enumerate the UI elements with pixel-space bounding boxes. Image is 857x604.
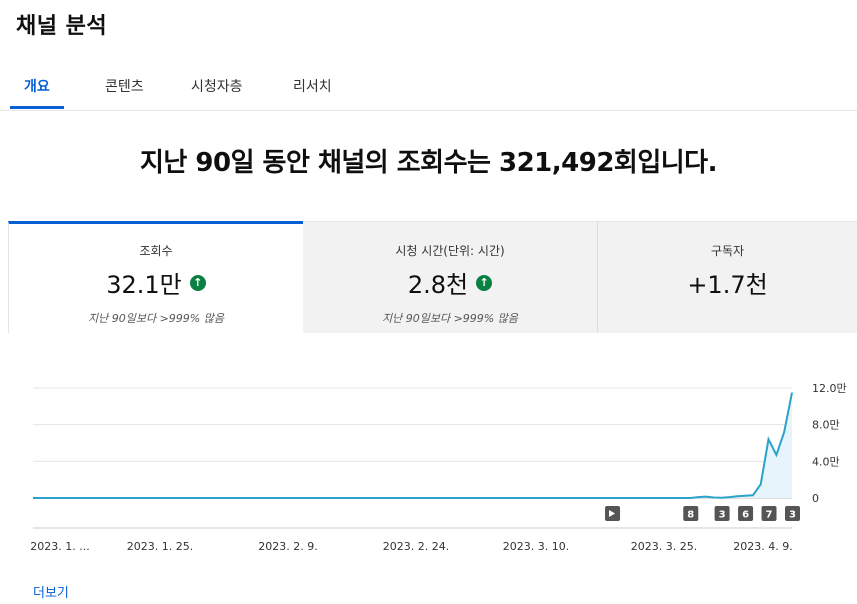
marker-label: 7 xyxy=(766,510,773,521)
y-tick-label: 0 xyxy=(812,492,819,505)
metric-card-subscribers[interactable]: 구독자 +1.7천 xyxy=(598,221,857,333)
x-tick-label: 2023. 1. ... xyxy=(30,540,89,553)
metric-note: 지난 90일보다 >999% 많음 xyxy=(88,312,224,325)
tab-overview[interactable]: 개요 xyxy=(24,76,50,96)
x-tick-label: 2023. 3. 10. xyxy=(503,540,569,553)
metric-note: 지난 90일보다 >999% 많음 xyxy=(382,312,518,325)
metric-card-views[interactable]: 조회수 32.1만 ↑ 지난 90일보다 >999% 많음 xyxy=(8,221,303,333)
views-chart: 12.0만 8.0만 4.0만 0 8 3 6 7 3 2023. 1. ... 2023. 1. … xyxy=(30,382,847,553)
views-headline: 지난 90일 동안 채널의 조회수는 321,492회입니다. xyxy=(140,148,717,178)
metric-cards: 조회수 32.1만 ↑ 지난 90일보다 >999% 많음 시청 시간(단위: … xyxy=(8,221,857,333)
x-tick-label: 2023. 4. 9. xyxy=(733,540,792,553)
x-tick-label: 2023. 2. 9. xyxy=(258,540,317,553)
active-tab-indicator xyxy=(10,106,64,109)
see-more-link[interactable]: 더보기 xyxy=(33,582,69,601)
tab-audience[interactable]: 시청자층 xyxy=(191,76,243,96)
metric-value: 32.1만 xyxy=(106,271,182,299)
metric-value: 2.8천 xyxy=(407,271,469,299)
marker-label: 8 xyxy=(687,510,694,521)
page-title: 채널 분석 xyxy=(16,14,108,39)
metric-card-watch-time[interactable]: 시청 시간(단위: 시간) 2.8천 ↑ 지난 90일보다 >999% 많음 xyxy=(303,221,597,333)
area-fill xyxy=(33,392,792,498)
marker-label: 3 xyxy=(719,510,726,521)
metric-value: +1.7천 xyxy=(687,271,768,299)
x-tick-label: 2023. 1. 25. xyxy=(127,540,193,553)
marker-label: 3 xyxy=(789,510,796,521)
arrow-up-icon: ↑ xyxy=(189,274,206,291)
y-tick-label: 12.0만 xyxy=(812,382,847,395)
metric-label: 구독자 xyxy=(710,244,745,258)
x-tick-label: 2023. 3. 25. xyxy=(631,540,697,553)
series-line xyxy=(33,392,793,499)
metric-label: 조회수 xyxy=(139,244,173,258)
tab-research[interactable]: 리서치 xyxy=(293,76,332,96)
tab-bar: 개요 콘텐츠 시청자층 리서치 xyxy=(0,62,857,111)
metric-label: 시청 시간(단위: 시간) xyxy=(395,244,505,258)
x-tick-label: 2023. 2. 24. xyxy=(383,540,449,553)
arrow-up-icon: ↑ xyxy=(476,274,493,291)
marker-label: 6 xyxy=(742,510,749,521)
tab-content[interactable]: 콘텐츠 xyxy=(105,76,144,96)
y-tick-label: 4.0만 xyxy=(812,455,840,468)
y-tick-label: 8.0만 xyxy=(812,419,840,432)
